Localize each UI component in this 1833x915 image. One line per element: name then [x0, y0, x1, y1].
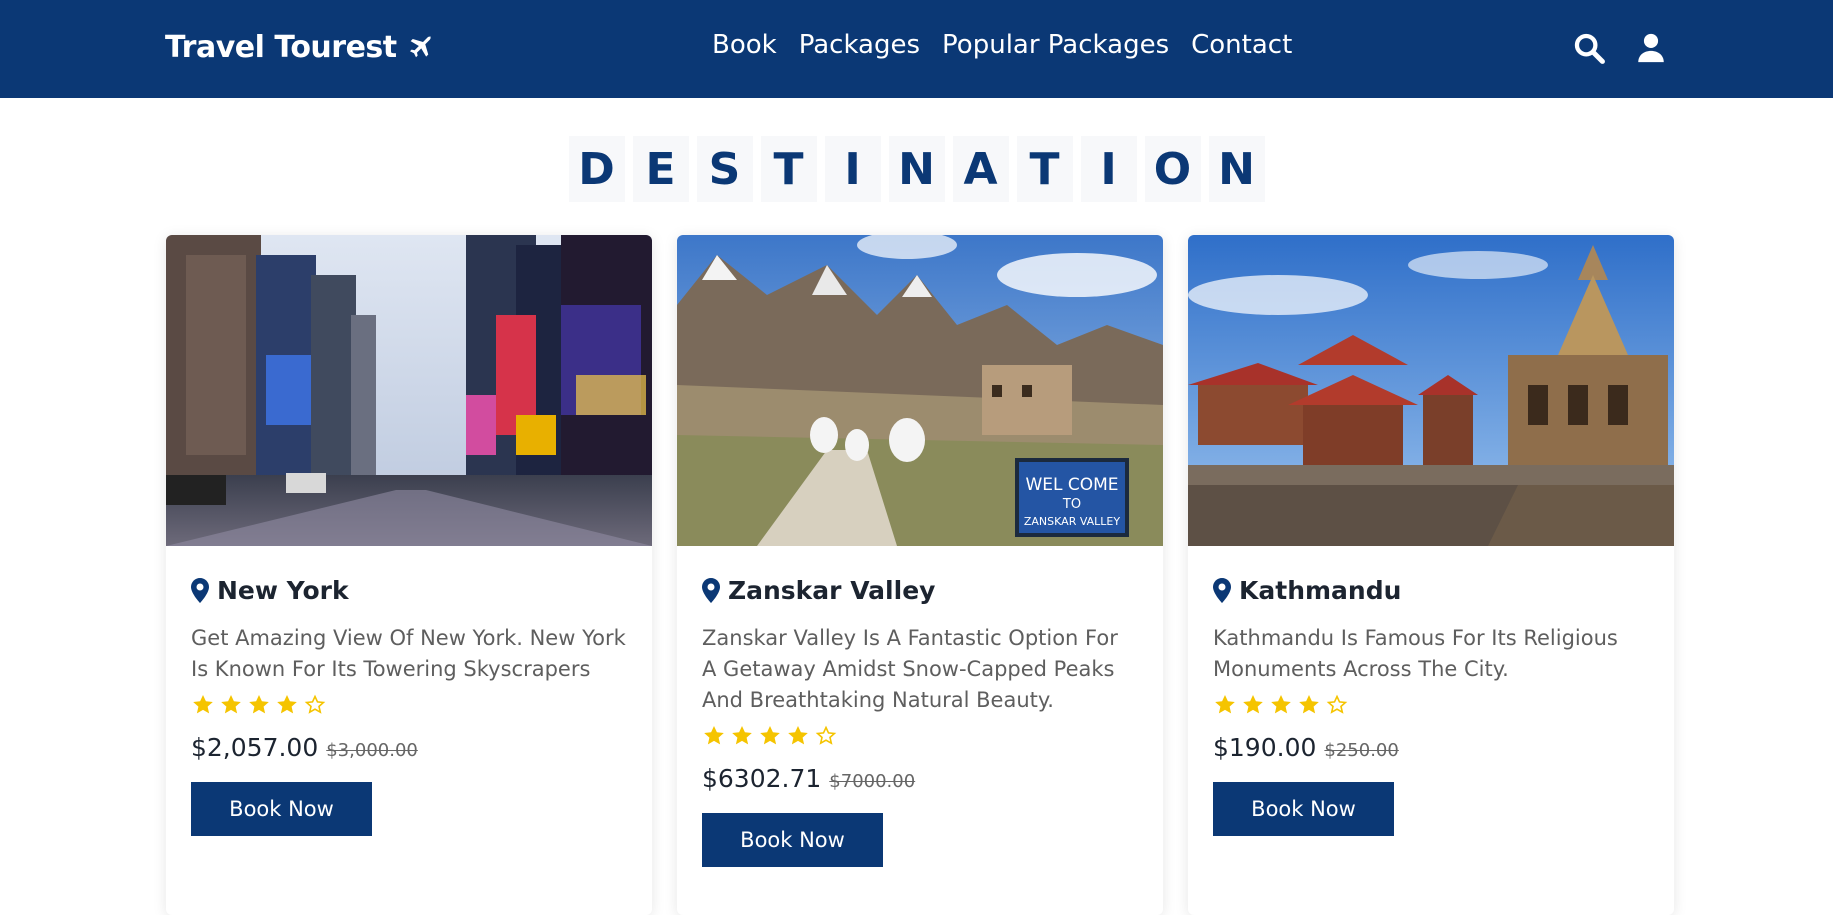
heading-letter: A	[952, 136, 1009, 202]
heading-letter: D	[568, 136, 625, 202]
star-filled-icon	[221, 695, 241, 714]
heading-letter: O	[1144, 136, 1201, 202]
star-filled-icon	[1243, 695, 1263, 714]
book-now-button[interactable]: Book Now	[191, 782, 372, 836]
nav-link-popular-packages[interactable]: Popular Packages	[942, 30, 1169, 60]
destination-description: Zanskar Valley Is A Fantastic Option For…	[702, 626, 1118, 712]
location-pin-icon	[191, 578, 209, 603]
destination-card-zanskar-valley: WEL COME TO ZANSKAR VALLEY Zanskar Valle…	[677, 235, 1163, 915]
current-price: $190.00	[1213, 733, 1317, 762]
section-heading: D E S T I N A T I O N	[0, 136, 1833, 202]
navbar: Travel Tourest Book Packages Popular Pac…	[0, 0, 1833, 98]
card-title: Kathmandu	[1213, 576, 1649, 605]
star-filled-icon	[1299, 695, 1319, 714]
heading-letter: T	[760, 136, 817, 202]
destination-name: Kathmandu	[1239, 576, 1402, 605]
nav-link-contact[interactable]: Contact	[1191, 30, 1292, 60]
star-rating	[1213, 693, 1649, 717]
location-pin-icon	[1213, 578, 1231, 603]
destination-description: Kathmandu Is Famous For Its Religious Mo…	[1213, 626, 1618, 681]
card-body: Kathmandu Kathmandu Is Famous For Its Re…	[1188, 546, 1674, 836]
zanskar-valley-mountains-photo: WEL COME TO ZANSKAR VALLEY	[677, 235, 1163, 546]
brand-name: Travel Tourest	[165, 30, 397, 65]
star-filled-icon	[788, 726, 808, 745]
card-title: New York	[191, 576, 627, 605]
destination-cards: New York Get Amazing View Of New York. N…	[166, 235, 1674, 915]
star-filled-icon	[704, 726, 724, 745]
star-filled-icon	[760, 726, 780, 745]
destination-description: Get Amazing View Of New York. New York I…	[191, 626, 626, 681]
original-price: $250.00	[1324, 740, 1399, 761]
destination-card-kathmandu: Kathmandu Kathmandu Is Famous For Its Re…	[1188, 235, 1674, 915]
star-empty-icon	[815, 725, 837, 745]
star-filled-icon	[193, 695, 213, 714]
heading-letter: E	[632, 136, 689, 202]
star-empty-icon	[304, 694, 326, 714]
current-price: $2,057.00	[191, 733, 319, 762]
price-row: $6302.71 $7000.00	[702, 764, 1138, 793]
destination-card-new-york: New York Get Amazing View Of New York. N…	[166, 235, 652, 915]
destination-name: New York	[217, 576, 349, 605]
search-icon[interactable]	[1572, 30, 1606, 66]
nav-icons	[1572, 30, 1668, 66]
price-row: $190.00 $250.00	[1213, 733, 1649, 762]
star-filled-icon	[1215, 695, 1235, 714]
sign-text-to: TO	[1062, 497, 1081, 512]
original-price: $3,000.00	[326, 740, 418, 761]
sign-text-welcome: WEL COME	[1025, 475, 1118, 495]
heading-letter: I	[824, 136, 881, 202]
star-rating	[702, 724, 1138, 748]
kathmandu-temples-photo	[1188, 235, 1674, 546]
location-pin-icon	[702, 578, 720, 603]
price-row: $2,057.00 $3,000.00	[191, 733, 627, 762]
heading-letter: T	[1016, 136, 1073, 202]
star-filled-icon	[732, 726, 752, 745]
star-filled-icon	[1271, 695, 1291, 714]
original-price: $7000.00	[829, 771, 916, 792]
card-body: New York Get Amazing View Of New York. N…	[166, 546, 652, 836]
heading-letter: N	[1208, 136, 1265, 202]
brand-logo[interactable]: Travel Tourest	[165, 30, 435, 65]
book-now-button[interactable]: Book Now	[1213, 782, 1394, 836]
nav-link-book[interactable]: Book	[712, 30, 777, 60]
airplane-icon	[409, 35, 431, 57]
current-price: $6302.71	[702, 764, 822, 793]
sign-text-zanskar: ZANSKAR VALLEY	[1024, 515, 1121, 528]
star-filled-icon	[277, 695, 297, 714]
card-body: Zanskar Valley Zanskar Valley Is A Fanta…	[677, 546, 1163, 867]
destination-name: Zanskar Valley	[728, 576, 936, 605]
user-icon[interactable]	[1634, 30, 1668, 66]
star-filled-icon	[249, 695, 269, 714]
nav-link-packages[interactable]: Packages	[799, 30, 920, 60]
book-now-button[interactable]: Book Now	[702, 813, 883, 867]
star-rating	[191, 693, 627, 717]
heading-letter: S	[696, 136, 753, 202]
star-empty-icon	[1326, 694, 1348, 714]
heading-letter: I	[1080, 136, 1137, 202]
card-title: Zanskar Valley	[702, 576, 1138, 605]
new-york-times-square-photo	[166, 235, 652, 546]
main-nav: Book Packages Popular Packages Contact	[712, 30, 1292, 60]
heading-letter: N	[888, 136, 945, 202]
